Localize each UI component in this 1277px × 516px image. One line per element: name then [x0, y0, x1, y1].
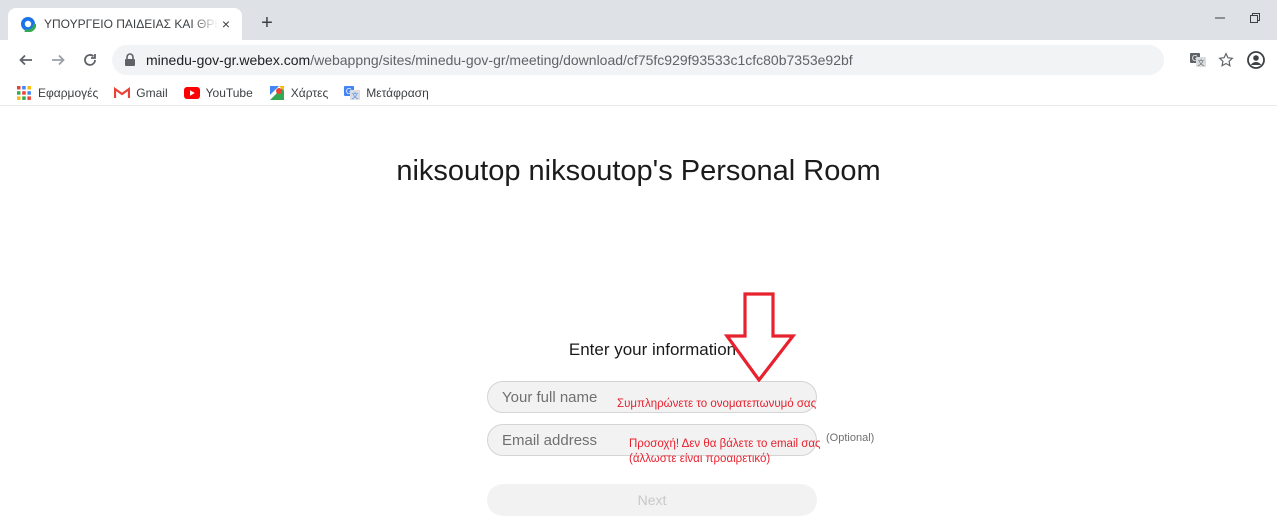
bookmark-label: YouTube [205, 85, 253, 100]
address-bar[interactable]: minedu-gov-gr.webex.com/webappng/sites/m… [112, 45, 1164, 75]
bookmarks-bar: Εφαρμογές Gmail YouTube Χάρτες G 文 Μετάφ… [0, 80, 1277, 106]
bookmark-label: Εφαρμογές [38, 85, 99, 100]
restore-window-icon[interactable] [1240, 6, 1270, 30]
form-heading: Enter your information [568, 340, 737, 359]
url-text: minedu-gov-gr.webex.com/webappng/sites/m… [146, 52, 853, 68]
bookmark-star-icon[interactable] [1214, 48, 1238, 72]
bookmark-youtube[interactable]: YouTube [183, 85, 253, 101]
translate-icon: G 文 [344, 85, 361, 101]
bookmark-label: Χάρτες [290, 85, 329, 100]
svg-text:文: 文 [352, 91, 359, 100]
email-annotation-note-line2: (άλλωστε είναι προαιρετικό) [629, 453, 771, 465]
red-down-arrow-annotation [724, 292, 796, 382]
browser-tab[interactable]: ΥΠΟΥΡΓΕΙΟ ΠΑΙΔΕΙΑΣ ΚΑΙ ΘΡΗΣΚ × [8, 8, 242, 40]
bookmark-translate[interactable]: G 文 Μετάφραση [344, 85, 429, 101]
bookmark-label: Gmail [136, 85, 168, 100]
next-button[interactable]: Next [487, 484, 817, 516]
maps-icon [269, 85, 285, 101]
back-arrow-icon[interactable] [14, 48, 38, 72]
bookmark-maps[interactable]: Χάρτες [269, 85, 328, 101]
tab-title: ΥΠΟΥΡΓΕΙΟ ΠΑΙΔΕΙΑΣ ΚΑΙ ΘΡΗΣΚ [44, 17, 218, 31]
lock-icon [124, 53, 138, 67]
optional-label: (Optional) [826, 432, 875, 444]
email-annotation-note-line1: Προσοχή! Δεν θα βάλετε το email σας [629, 438, 821, 450]
bookmark-label: Μετάφραση [366, 85, 429, 100]
translate-page-icon[interactable]: G 文 [1186, 48, 1210, 72]
bookmark-gmail[interactable]: Gmail [114, 85, 168, 101]
new-tab-button[interactable]: + [256, 12, 278, 34]
tab-strip: ΥΠΟΥΡΓΕΙΟ ΠΑΙΔΕΙΑΣ ΚΑΙ ΘΡΗΣΚ × + [0, 0, 1277, 40]
webex-favicon-icon [20, 16, 36, 32]
url-host: minedu-gov-gr.webex.com [146, 52, 311, 68]
tab-close-icon[interactable]: × [218, 16, 234, 32]
bookmark-apps[interactable]: Εφαρμογές [16, 85, 98, 101]
page-title: niksoutop niksoutop's Personal Room [396, 155, 881, 187]
profile-avatar-icon[interactable] [1244, 48, 1268, 72]
youtube-icon [183, 85, 200, 101]
reload-icon[interactable] [78, 48, 102, 72]
apps-grid-icon [16, 85, 32, 101]
url-path: /webappng/sites/minedu-gov-gr/meeting/do… [310, 52, 853, 68]
name-annotation-note: Συμπληρώνετε το ονοματεπωνυμό σας [617, 398, 817, 410]
minimize-icon[interactable] [1205, 6, 1235, 30]
gmail-icon [114, 85, 131, 101]
browser-toolbar: minedu-gov-gr.webex.com/webappng/sites/m… [0, 40, 1277, 80]
svg-text:文: 文 [1198, 58, 1205, 67]
forward-arrow-icon[interactable] [46, 48, 70, 72]
